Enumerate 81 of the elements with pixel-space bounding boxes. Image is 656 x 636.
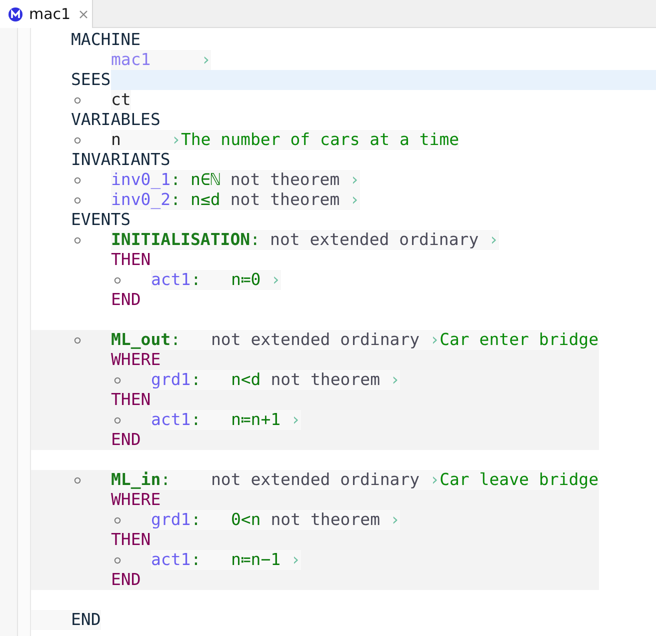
comment-marker[interactable]: › [350, 190, 360, 210]
predicate-text: n∈ℕ [190, 170, 220, 190]
clause-keyword: MACHINE [71, 30, 141, 50]
machine-name: mac1 [111, 50, 152, 70]
separator-text: : [191, 410, 201, 430]
predicate-text: n≔n+1 [230, 410, 281, 430]
separator-text: : [191, 270, 201, 290]
event-name: INITIALISATION [111, 230, 250, 250]
attribute-text: not theorem [270, 370, 380, 390]
formula-label: grd1 [151, 370, 191, 390]
comment-text: The number of cars at a time [180, 130, 460, 150]
comment-text: Car leave bridge [440, 470, 599, 490]
end-keyword: END [111, 430, 141, 450]
predicate-text: n≔n−1 [230, 550, 281, 570]
section-keyword: WHERE [111, 490, 161, 510]
comment-marker[interactable]: › [350, 170, 360, 190]
predicate-text: n<d [230, 370, 261, 390]
editor-tab[interactable]: mac1 [0, 0, 93, 28]
comment-marker[interactable]: › [290, 410, 301, 430]
bullet-icon [114, 376, 121, 384]
separator-text: : [170, 190, 181, 210]
bullet-icon [114, 516, 121, 524]
separator-text: : [170, 170, 181, 190]
clause-keyword: VARIABLES [71, 110, 160, 130]
comment-marker[interactable]: › [488, 230, 499, 250]
bullet-icon [74, 236, 81, 244]
bullet-icon [74, 476, 81, 484]
comment-text: Car enter bridge [440, 330, 599, 350]
attribute-text: not extended ordinary [270, 230, 479, 250]
formula-label: act1 [151, 270, 191, 290]
formula-label: act1 [151, 410, 191, 430]
comment-marker[interactable]: › [290, 550, 301, 570]
bullet-icon [114, 276, 121, 284]
bullet-icon [74, 176, 81, 184]
separator-text: : [191, 370, 201, 390]
attribute-text: not theorem [230, 190, 340, 210]
end-keyword: END [111, 290, 141, 310]
bullet-icon [74, 96, 81, 104]
attribute-text: not theorem [270, 510, 380, 530]
separator-text: : [191, 510, 201, 530]
clause-keyword: INVARIANTS [71, 150, 170, 170]
invariant-label: inv0_1 [111, 170, 171, 190]
event-name: ML_in [111, 470, 161, 490]
clause-keyword: SEES [71, 70, 111, 90]
end-keyword: END [31, 610, 101, 630]
section-keyword: THEN [111, 390, 151, 410]
comment-marker[interactable]: › [171, 130, 181, 150]
predicate-text: 0<n [230, 510, 261, 530]
attribute-text: not theorem [230, 170, 340, 190]
comment-marker[interactable]: › [390, 510, 400, 530]
comment-marker[interactable]: › [390, 370, 400, 390]
formula-label: act1 [151, 550, 191, 570]
close-icon[interactable] [78, 10, 88, 18]
separator-text: : [160, 470, 171, 490]
context-name: ct [111, 90, 131, 110]
attribute-text: not extended ordinary [211, 330, 420, 350]
end-keyword: END [111, 570, 141, 590]
variable-name: n [111, 130, 122, 150]
bullet-icon [114, 416, 121, 424]
separator-text: : [250, 230, 260, 250]
clause-keyword: EVENTS [71, 210, 131, 230]
section-keyword: THEN [111, 250, 151, 270]
bullet-icon [74, 196, 81, 204]
machine-icon [8, 6, 23, 22]
section-keyword: THEN [111, 530, 151, 550]
section-keyword: WHERE [111, 350, 161, 370]
comment-marker[interactable]: › [430, 470, 440, 490]
predicate-text: n≤d [190, 190, 220, 210]
formula-label: grd1 [151, 510, 191, 530]
comment-marker[interactable]: › [270, 270, 281, 290]
predicate-text: n≔0 [230, 270, 261, 290]
bullet-icon [114, 556, 121, 564]
invariant-label: inv0_2 [111, 190, 171, 210]
attribute-text: not extended ordinary [211, 470, 420, 490]
separator-text: : [170, 330, 181, 350]
bullet-icon [74, 136, 81, 144]
separator-text: : [191, 550, 201, 570]
bullet-icon [74, 336, 81, 344]
comment-marker[interactable]: › [430, 330, 440, 350]
comment-marker[interactable]: › [201, 50, 211, 70]
event-name: ML_out [111, 330, 171, 350]
